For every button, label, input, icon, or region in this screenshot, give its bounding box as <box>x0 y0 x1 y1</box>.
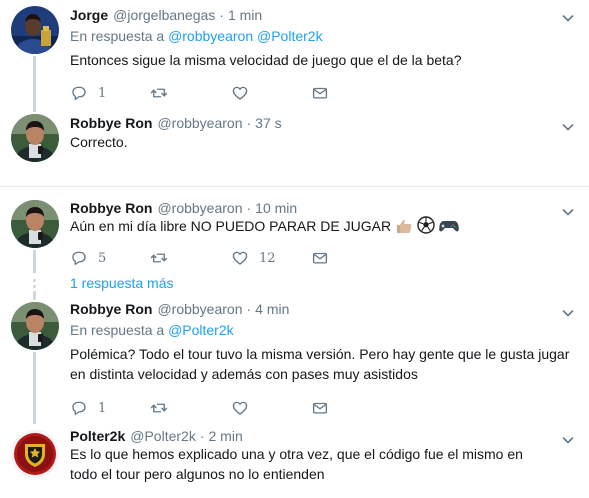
tweet-text: Polémica? Todo el tour tuvo la misma ver… <box>70 344 575 384</box>
like-button[interactable] <box>231 398 249 418</box>
tweet-text-line: Es lo que hemos explicado una y otra vez… <box>70 446 523 462</box>
username[interactable]: @robbyearon <box>157 301 242 317</box>
reply-button[interactable]: 5 <box>70 248 106 268</box>
separator: · <box>246 301 252 317</box>
like-button[interactable] <box>231 83 249 103</box>
timestamp[interactable]: 4 min <box>255 301 289 317</box>
display-name[interactable]: Jorge <box>70 7 108 23</box>
tweet-actions: 1 <box>70 398 370 418</box>
tweet-text-row: Aún en mi día libre NO PUEDO PARAR DE JU… <box>70 216 575 236</box>
avatar[interactable] <box>11 200 59 248</box>
gamepad-icon <box>438 221 459 232</box>
tweet-robbye-main[interactable]: Robbye Ron @robbyearon · 10 min Aún en m… <box>0 196 589 268</box>
more-replies-link[interactable]: 1 respuesta más <box>70 275 174 291</box>
tweet-actions: 1 <box>70 83 370 103</box>
direct-message-icon <box>311 399 329 417</box>
separator: · <box>199 428 205 444</box>
timestamp[interactable]: 2 min <box>209 428 243 444</box>
reply-context: En respuesta a @Polter2k <box>70 322 234 338</box>
direct-message-button[interactable] <box>311 83 329 103</box>
reply-count: 1 <box>98 85 107 101</box>
retweet-icon <box>150 249 168 267</box>
like-icon <box>231 84 249 102</box>
separator: · <box>219 7 224 23</box>
reply-prefix: En respuesta a <box>70 28 165 44</box>
tweet-robbye-response[interactable]: Robbye Ron @robbyearon · 4 min En respue… <box>0 298 589 422</box>
direct-message-icon <box>311 249 329 267</box>
chevron-down-icon[interactable] <box>561 306 575 320</box>
reply-context: En respuesta a @robbyearon @Polter2k <box>70 28 323 44</box>
tweet-text-line: en distinta velocidad y además con pases… <box>70 366 418 382</box>
retweet-button[interactable] <box>150 248 168 268</box>
display-name[interactable]: Robbye Ron <box>70 301 152 317</box>
tweet-text: Aún en mi día libre NO PUEDO PARAR DE JU… <box>70 218 392 234</box>
retweet-button[interactable] <box>150 83 168 103</box>
tweet-polter2k[interactable]: Polter2k @Polter2k · 2 min Es lo que hem… <box>0 424 589 498</box>
avatar[interactable] <box>11 302 59 350</box>
retweet-icon <box>150 84 168 102</box>
divider <box>0 186 589 187</box>
reply-icon <box>70 84 88 102</box>
reply-button[interactable]: 1 <box>70 83 106 103</box>
tweet-text-line: Polémica? Todo el tour tuvo la misma ver… <box>70 346 570 362</box>
reply-prefix: En respuesta a <box>70 322 165 338</box>
username[interactable]: @jorgelbanegas <box>113 7 215 23</box>
tweet-text: Es lo que hemos explicado una y otra vez… <box>70 444 575 484</box>
tweet-text: Entonces sigue la misma velocidad de jue… <box>70 52 462 68</box>
separator: · <box>246 200 252 216</box>
thread-line <box>33 250 36 273</box>
direct-message-button[interactable] <box>311 248 329 268</box>
reply-count: 1 <box>98 400 107 416</box>
display-name[interactable]: Robbye Ron <box>70 115 152 131</box>
like-count: 12 <box>259 250 276 266</box>
tweet-text: Correcto. <box>70 134 128 150</box>
reply-button[interactable]: 1 <box>70 398 106 418</box>
retweet-icon <box>150 399 168 417</box>
timestamp[interactable]: 37 s <box>255 115 281 131</box>
like-icon <box>231 399 249 417</box>
reply-count: 5 <box>98 250 107 266</box>
username[interactable]: @robbyearon <box>157 200 242 216</box>
timestamp[interactable]: 10 min <box>255 200 297 216</box>
direct-message-button[interactable] <box>311 398 329 418</box>
avatar[interactable] <box>11 430 59 478</box>
thread-line <box>33 352 36 424</box>
soccer-ball-icon <box>417 216 435 234</box>
like-button[interactable]: 12 <box>231 248 276 268</box>
mention-link[interactable]: @Polter2k <box>168 322 234 338</box>
tweet-robbye-reply[interactable]: Robbye Ron @robbyearon · 37 s Correcto. <box>0 110 589 186</box>
username[interactable]: @Polter2k <box>130 428 196 444</box>
chevron-down-icon[interactable] <box>561 11 575 25</box>
mention-link[interactable]: @Polter2k <box>257 28 323 44</box>
retweet-button[interactable] <box>150 398 168 418</box>
display-name[interactable]: Polter2k <box>70 428 125 444</box>
thread-line <box>33 56 36 112</box>
like-icon <box>231 249 249 267</box>
tweet-actions: 5 12 <box>70 248 370 268</box>
tweet-text-line: todo el tour pero algunos no lo entiende… <box>70 466 325 482</box>
avatar[interactable] <box>11 6 59 54</box>
thumbs-up-icon <box>396 219 412 233</box>
avatar[interactable] <box>11 114 59 162</box>
separator: · <box>246 115 252 131</box>
timestamp[interactable]: 1 min <box>228 7 262 23</box>
direct-message-icon <box>311 84 329 102</box>
mention-link[interactable]: @robbyearon <box>168 28 253 44</box>
reply-icon <box>70 399 88 417</box>
tweet-jorge[interactable]: Jorge @jorgelbanegas · 1 min En respuest… <box>0 0 589 110</box>
reply-icon <box>70 249 88 267</box>
display-name[interactable]: Robbye Ron <box>70 200 152 216</box>
username[interactable]: @robbyearon <box>157 115 242 131</box>
